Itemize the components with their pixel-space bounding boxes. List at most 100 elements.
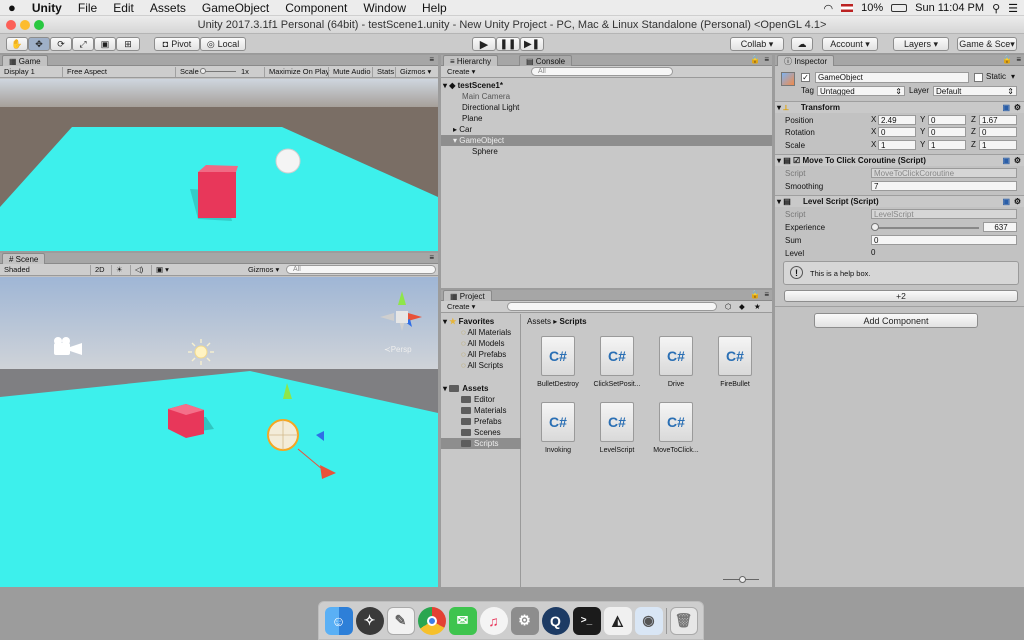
icon-size-slider-thumb[interactable] — [739, 576, 746, 583]
hierarchy-menu-icon[interactable]: ≡ — [764, 55, 769, 64]
experience-slider-thumb[interactable] — [871, 223, 880, 231]
unity-icon[interactable]: ◭ — [603, 606, 632, 635]
menu-gameobject[interactable]: GameObject — [194, 1, 277, 15]
zoom-window-button[interactable] — [34, 20, 44, 30]
level-script-header[interactable]: ▾ ▤ Level Script (Script) ▣ ⚙ — [775, 195, 1024, 207]
cloud-icon[interactable]: ☁ — [791, 37, 813, 51]
audio-toggle-icon[interactable]: ◁) — [130, 265, 143, 275]
menu-help[interactable]: Help — [414, 1, 455, 15]
move-to-click-header[interactable]: ▾ ▤ ☑ Move To Click Coroutine (Script) ▣… — [775, 154, 1024, 166]
sum-field[interactable]: 0 — [871, 235, 1017, 245]
aspect-dropdown[interactable]: Free Aspect — [62, 67, 107, 77]
folder-scripts[interactable]: Scripts — [441, 438, 521, 449]
messages-icon[interactable]: ✉ — [448, 606, 477, 635]
lighting-toggle-icon[interactable]: ☀ — [111, 265, 123, 275]
breadcrumb-assets[interactable]: Assets — [527, 317, 551, 326]
file-invoking[interactable]: C# Invoking — [528, 402, 588, 454]
tab-inspector[interactable]: ⓘ Inspector — [777, 55, 835, 66]
rect-tool-button[interactable]: ▣ — [94, 37, 116, 51]
static-dropdown-icon[interactable]: ▾ — [1011, 72, 1015, 81]
fav-all-models[interactable]: ◌ All Models — [461, 338, 504, 349]
persp-label[interactable]: ≺Persp — [384, 345, 412, 354]
file-level-script[interactable]: C# LevelScript — [587, 402, 647, 454]
wifi-icon[interactable]: ◠ — [824, 2, 834, 15]
rotation-z-field[interactable]: 0 — [979, 127, 1017, 137]
hierarchy-lock-icon[interactable]: 🔒 — [750, 55, 760, 64]
rotate-tool-button[interactable]: ⟳ — [50, 37, 72, 51]
assets-header[interactable]: ▾ Assets — [443, 383, 489, 394]
file-click-set-position[interactable]: C# ClickSetPosit... — [587, 336, 647, 388]
clock[interactable]: Sun 11:04 PM — [915, 2, 984, 14]
inspector-lock-icon[interactable]: 🔒 — [1002, 55, 1012, 64]
local-button[interactable]: ◎ Local — [200, 37, 246, 51]
menu-file[interactable]: File — [70, 1, 105, 15]
tab-hierarchy[interactable]: ≡ Hierarchy — [443, 55, 499, 66]
preview-icon[interactable]: ◉ — [634, 606, 663, 635]
display-dropdown[interactable]: Display 1 — [4, 67, 35, 77]
project-search-input[interactable] — [507, 302, 717, 311]
layers-button[interactable]: Layers ▾ — [893, 37, 949, 51]
inspector-menu-icon[interactable]: ≡ — [1016, 55, 1021, 64]
hierarchy-item-main-camera[interactable]: Main Camera — [462, 91, 510, 102]
move-settings-gear-icon[interactable]: ⚙ — [1014, 155, 1021, 167]
level-fold-arrow-icon[interactable]: ▾ — [775, 197, 781, 206]
tab-game[interactable]: ▦ Game — [2, 55, 48, 66]
play-button[interactable]: ▶ — [472, 37, 496, 51]
quicktime-icon[interactable]: Q — [541, 606, 570, 635]
music-icon[interactable]: ♫ — [479, 606, 508, 635]
fav-all-prefabs[interactable]: ◌ All Prefabs — [461, 349, 506, 360]
scale-x-field[interactable]: 1 — [878, 140, 916, 150]
project-menu-icon[interactable]: ≡ — [764, 290, 769, 299]
scene-root-item[interactable]: ▾ ◆ testScene1* — [443, 80, 503, 91]
hierarchy-item-plane[interactable]: Plane — [462, 113, 482, 124]
move-fold-arrow-icon[interactable]: ▾ — [775, 156, 781, 165]
menu-unity[interactable]: Unity — [24, 1, 70, 15]
static-checkbox[interactable] — [974, 73, 983, 82]
active-checkbox[interactable]: ✓ — [801, 73, 810, 82]
terminal-icon[interactable]: >_ — [572, 606, 601, 635]
file-move-to-click[interactable]: C# MoveToClick... — [646, 402, 706, 454]
textedit-icon[interactable]: ✎ — [386, 606, 415, 635]
shading-dropdown[interactable]: Shaded — [4, 265, 30, 275]
move-tool-button[interactable]: ✥ — [28, 37, 50, 51]
scene-viewport[interactable] — [0, 277, 438, 587]
tab-scene[interactable]: # Scene — [2, 253, 46, 264]
add-component-button[interactable]: Add Component — [814, 313, 978, 328]
folder-prefabs[interactable]: Prefabs — [461, 416, 502, 427]
scale-z-field[interactable]: 1 — [979, 140, 1017, 150]
fav-all-materials[interactable]: ◌ All Materials — [461, 327, 511, 338]
fav-all-scripts[interactable]: ◌ All Scripts — [461, 360, 503, 371]
filter-label-icon[interactable]: ◆ — [739, 302, 745, 312]
help-book-icon[interactable]: ▣ — [1002, 102, 1010, 114]
hand-tool-button[interactable]: ✋ — [6, 37, 28, 51]
layer-dropdown[interactable]: Default ⇕ — [933, 86, 1017, 96]
close-window-button[interactable] — [6, 20, 16, 30]
menu-window[interactable]: Window — [355, 1, 414, 15]
scale-slider-thumb[interactable] — [200, 68, 206, 74]
move-script-field[interactable]: MoveToClickCoroutine — [871, 168, 1017, 178]
breadcrumb-scripts[interactable]: Scripts — [559, 317, 586, 326]
hierarchy-item-directional-light[interactable]: Directional Light — [462, 102, 519, 113]
toggle-2d-button[interactable]: 2D — [90, 265, 105, 275]
file-bullet-destroy[interactable]: C# BulletDestroy — [528, 336, 588, 388]
menu-edit[interactable]: Edit — [105, 1, 142, 15]
transform-tool-button[interactable]: ⊞ — [116, 37, 140, 51]
object-name-field[interactable]: GameObject — [815, 72, 969, 83]
hierarchy-item-gameobject[interactable]: ▾ GameObject — [441, 135, 772, 146]
pivot-button[interactable]: ◘ Pivot — [154, 37, 200, 51]
flag-icon[interactable] — [841, 4, 854, 12]
apple-icon[interactable]: ● — [0, 0, 24, 15]
rotation-y-field[interactable]: 0 — [928, 127, 966, 137]
scale-y-field[interactable]: 1 — [928, 140, 966, 150]
search-icon[interactable]: ⚲ — [992, 2, 1000, 15]
folder-scenes[interactable]: Scenes — [461, 427, 501, 438]
level-script-field[interactable]: LevelScript — [871, 209, 1017, 219]
transform-header[interactable]: ▾ ⟂ Transform ▣ ⚙ — [775, 101, 1024, 113]
favorites-header[interactable]: ▾ ★ Favorites — [443, 316, 494, 327]
minimize-window-button[interactable] — [20, 20, 30, 30]
tag-dropdown[interactable]: Untagged ⇕ — [817, 86, 905, 96]
game-viewport[interactable] — [0, 79, 438, 251]
collab-button[interactable]: Collab ▾ — [730, 37, 784, 51]
component-settings-gear-icon[interactable]: ⚙ — [1014, 102, 1021, 114]
finder-icon[interactable]: ☺ — [324, 606, 353, 635]
